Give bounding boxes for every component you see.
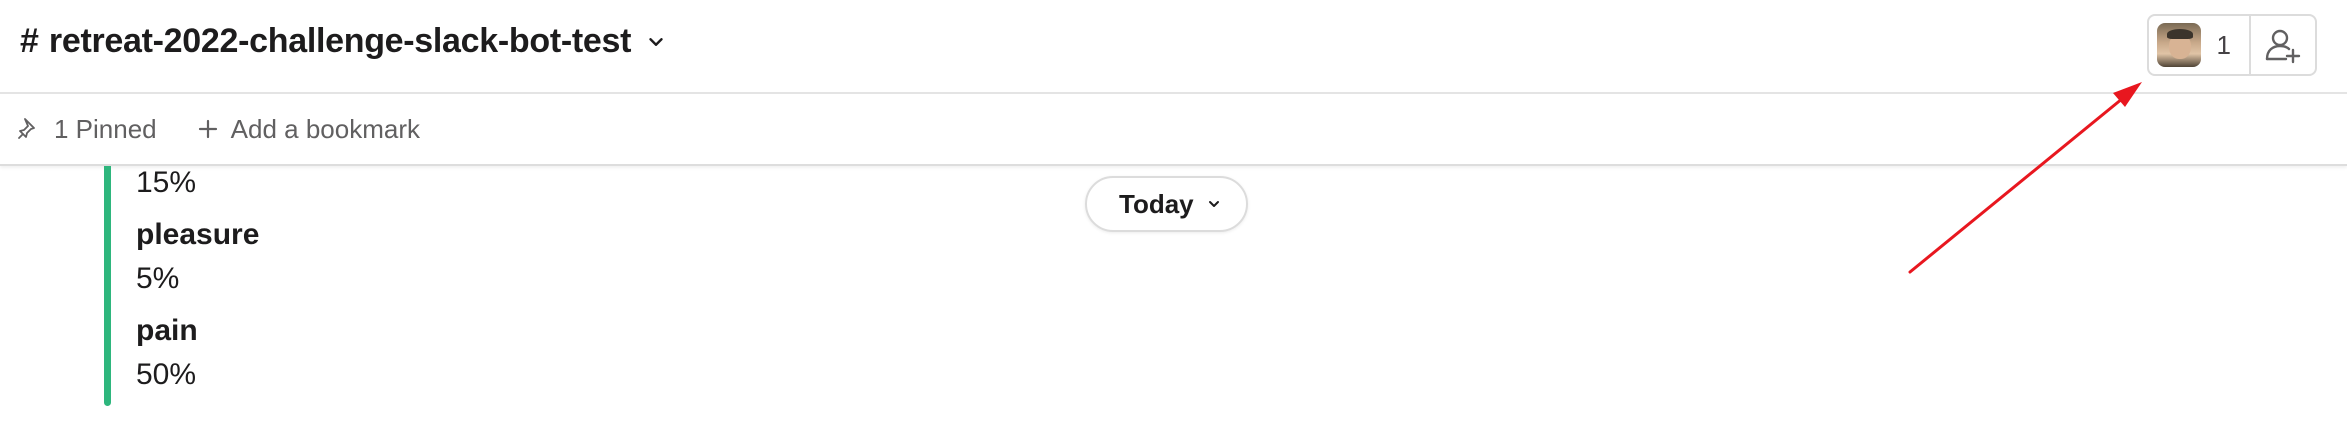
attachment-accent-bar [104,166,111,406]
bookmarks-bar: 1 Pinned Add a bookmark [0,94,2347,166]
field-value: 50% [136,358,197,391]
channel-title-button[interactable]: # retreat-2022-challenge-slack-bot-test [20,22,667,61]
plus-icon [198,119,217,139]
channel-hash-icon: # [20,22,39,60]
message-area: 15% pleasure 5% pain 50% Today [0,166,2347,428]
pinned-button[interactable]: 1 Pinned [16,114,157,145]
avatar [2156,23,2201,67]
member-count: 1 [2216,29,2231,60]
field-value: 15% [136,166,197,199]
field-title: pleasure [136,218,260,251]
add-people-button[interactable] [2251,16,2315,74]
add-bookmark-label: Add a bookmark [230,113,420,144]
members-group: 1 [2146,14,2317,76]
view-members-button[interactable]: 1 [2149,16,2251,74]
chevron-down-icon [649,37,663,46]
channel-header: # retreat-2022-challenge-slack-bot-test … [0,0,2347,94]
add-bookmark-button[interactable]: Add a bookmark [197,114,420,145]
chevron-down-icon [1208,201,1219,207]
field-value: 5% [136,262,180,295]
add-user-icon [2265,29,2301,64]
pin-icon [18,118,35,139]
pinned-label: 1 Pinned [54,113,157,144]
date-divider-label: Today [1119,188,1194,219]
channel-name: retreat-2022-challenge-slack-bot-test [48,22,632,60]
field-title: pain [136,314,198,347]
date-divider-button[interactable]: Today [1085,176,1248,232]
